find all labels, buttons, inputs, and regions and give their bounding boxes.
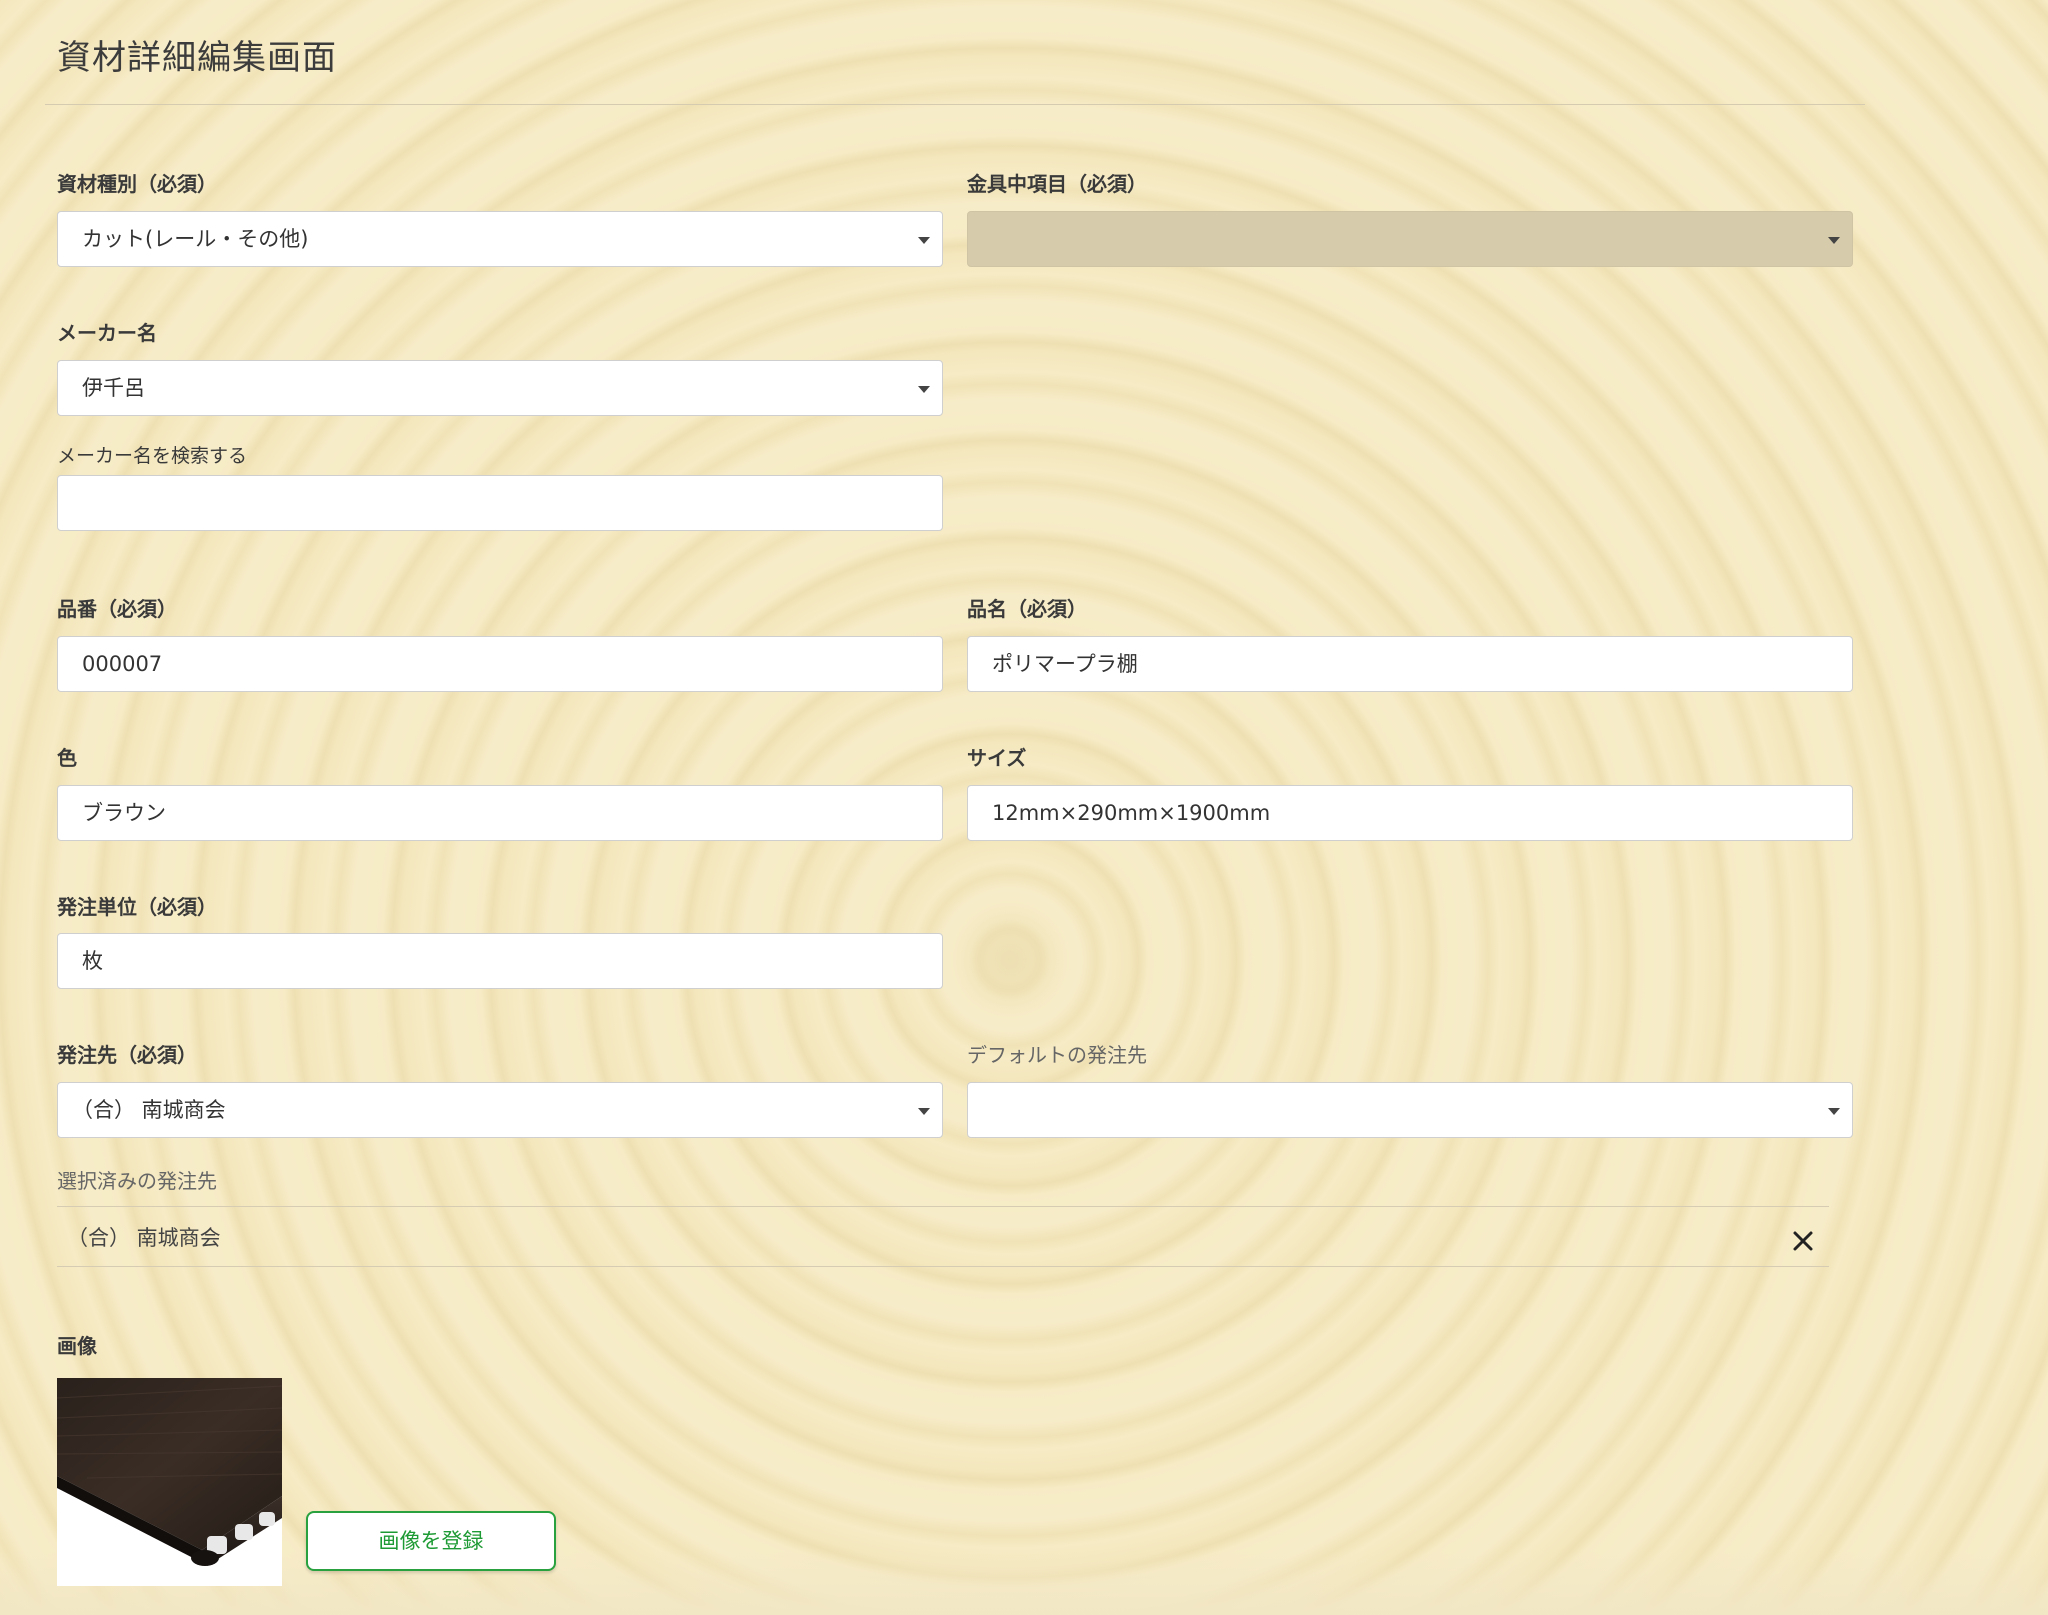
material-type-select[interactable]: カット(レール・その他)	[57, 211, 943, 267]
supplier-select[interactable]: （合） 南城商会	[57, 1082, 943, 1138]
product-code-label: 品番（必須）	[57, 597, 177, 621]
color-input[interactable]: ブラウン	[57, 785, 943, 841]
product-name-input[interactable]: ポリマープラ棚	[967, 636, 1853, 692]
product-image	[56, 1378, 283, 1586]
size-value: 12mm×290mm×1900mm	[992, 801, 1271, 825]
product-code-value: 000007	[82, 652, 163, 676]
order-unit-input[interactable]: 枚	[57, 933, 943, 989]
product-code-input[interactable]: 000007	[57, 636, 943, 692]
page-title: 資材詳細編集画面	[57, 38, 337, 78]
maker-search-label: メーカー名を検索する	[57, 445, 248, 467]
maker-search-input[interactable]	[57, 475, 943, 531]
title-divider	[45, 104, 1865, 105]
upload-image-button[interactable]: 画像を登録	[306, 1511, 556, 1571]
supplier-label: 発注先（必須）	[57, 1043, 197, 1067]
selected-list-top-divider	[57, 1206, 1829, 1207]
maker-label: メーカー名	[57, 321, 157, 345]
product-name-value: ポリマープラ棚	[992, 652, 1138, 676]
order-unit-value: 枚	[82, 949, 103, 973]
selected-list-bottom-divider	[57, 1266, 1829, 1267]
caret-down-icon	[1828, 237, 1840, 244]
hardware-category-select[interactable]	[967, 211, 1853, 267]
default-supplier-select[interactable]	[967, 1082, 1853, 1138]
material-edit-page: 資材詳細編集画面 資材種別（必須） カット(レール・その他) 金具中項目（必須）…	[0, 0, 2048, 1615]
material-type-label: 資材種別（必須）	[57, 172, 217, 196]
default-supplier-label: デフォルトの発注先	[967, 1043, 1147, 1067]
close-icon[interactable]	[1790, 1228, 1816, 1254]
shelf-board-illustration	[56, 1378, 283, 1566]
supplier-value: （合） 南城商会	[72, 1098, 226, 1122]
order-unit-label: 発注単位（必須）	[57, 895, 217, 919]
selected-suppliers-label: 選択済みの発注先	[57, 1169, 217, 1193]
color-label: 色	[57, 746, 77, 770]
hardware-category-label: 金具中項目（必須）	[967, 172, 1147, 196]
image-label: 画像	[57, 1334, 97, 1358]
size-input[interactable]: 12mm×290mm×1900mm	[967, 785, 1853, 841]
color-value: ブラウン	[82, 801, 166, 825]
material-type-value: カット(レール・その他)	[82, 227, 309, 251]
caret-down-icon	[1828, 1108, 1840, 1115]
product-name-label: 品名（必須）	[967, 597, 1087, 621]
selected-supplier-item: （合） 南城商会	[67, 1226, 221, 1250]
maker-select[interactable]: 伊千呂	[57, 360, 943, 416]
caret-down-icon	[918, 1108, 930, 1115]
maker-value: 伊千呂	[82, 376, 145, 400]
caret-down-icon	[918, 237, 930, 244]
caret-down-icon	[918, 386, 930, 393]
size-label: サイズ	[967, 746, 1027, 770]
